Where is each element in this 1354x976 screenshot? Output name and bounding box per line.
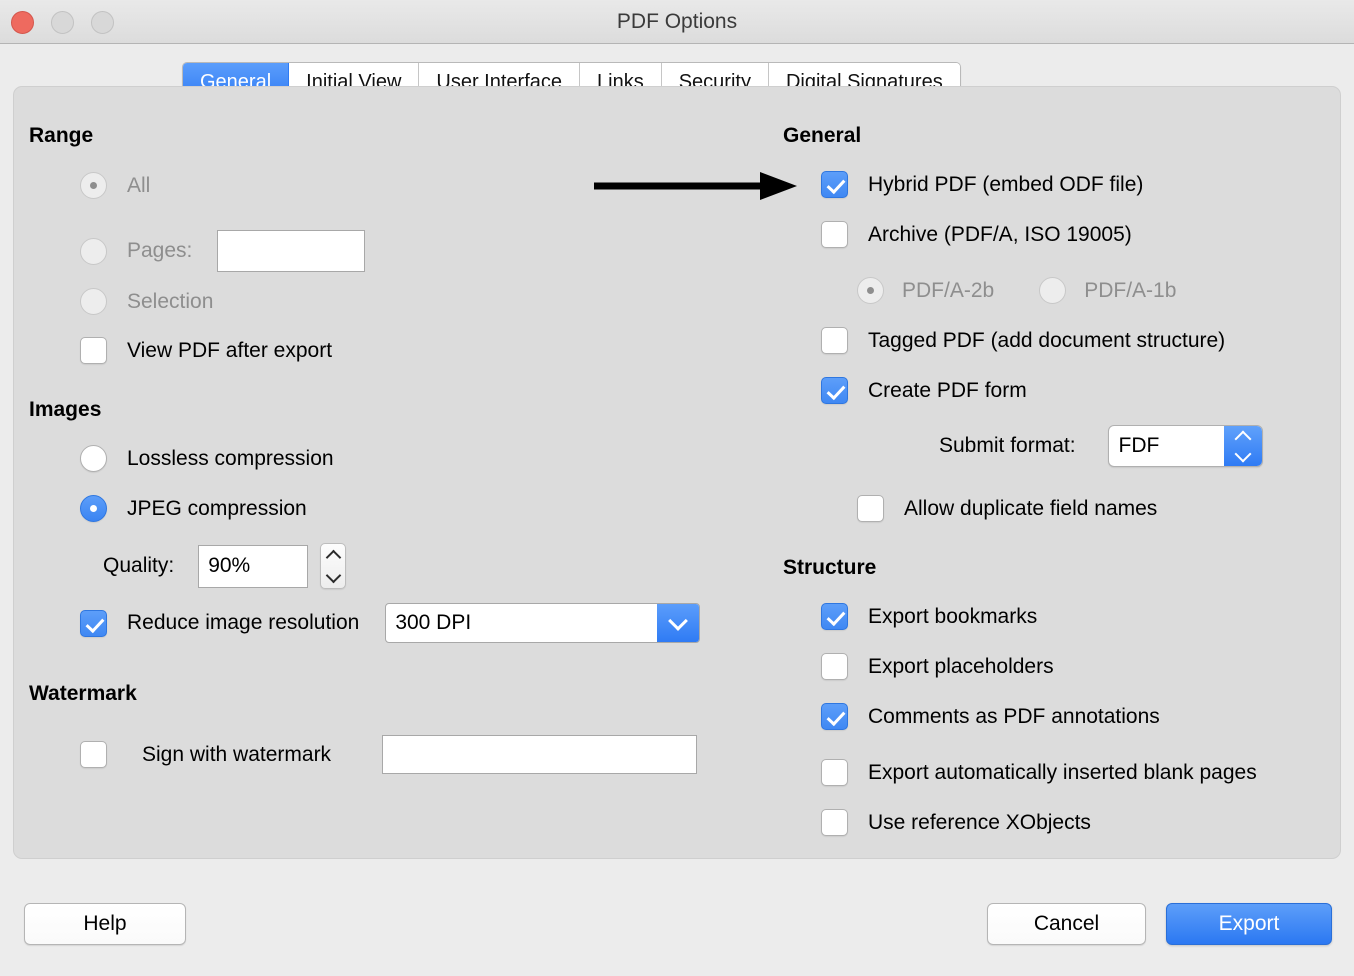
checkbox-sign-with-watermark[interactable] xyxy=(80,741,107,768)
radio-pdfa-1b-label: PDF/A-1b xyxy=(1084,278,1177,302)
watermark-group-title: Watermark xyxy=(29,682,137,705)
checkbox-allow-duplicate-field-names-label: Allow duplicate field names xyxy=(904,496,1158,520)
radio-lossless-compression[interactable] xyxy=(80,445,107,472)
reduce-image-resolution-row[interactable]: Reduce image resolution 300 DPI xyxy=(80,603,701,643)
use-reference-xobjects-row[interactable]: Use reference XObjects xyxy=(821,809,1091,836)
structure-group-title: Structure xyxy=(783,556,877,579)
checkbox-export-placeholders-label: Export placeholders xyxy=(868,654,1054,678)
checkbox-export-bookmarks-label: Export bookmarks xyxy=(868,604,1038,628)
help-button[interactable]: Help xyxy=(24,903,186,945)
submit-format-label: Submit format: xyxy=(939,434,1076,457)
chevron-up-icon xyxy=(325,549,341,565)
general-group-title: General xyxy=(783,124,862,147)
range-selection-row[interactable]: Selection xyxy=(80,288,213,315)
images-group-title: Images xyxy=(29,398,102,421)
radio-selection-label: Selection xyxy=(127,289,214,313)
radio-jpeg-compression[interactable] xyxy=(80,495,107,522)
radio-pdfa-2b-label: PDF/A-2b xyxy=(902,278,995,302)
quality-label: Quality: xyxy=(103,554,175,577)
checkbox-sign-with-watermark-label: Sign with watermark xyxy=(142,742,332,766)
submit-format-row: Submit format: FDF xyxy=(939,425,1263,467)
radio-pdfa-2b[interactable] xyxy=(857,277,884,304)
radio-all[interactable] xyxy=(80,172,107,199)
checkbox-tagged-pdf[interactable] xyxy=(821,327,848,354)
radio-pages[interactable] xyxy=(80,237,107,265)
chevron-down-icon xyxy=(1234,445,1252,462)
submit-format-popup[interactable]: FDF xyxy=(1107,425,1263,467)
range-pages-row[interactable]: Pages: xyxy=(80,230,366,272)
checkbox-allow-duplicate-field-names[interactable] xyxy=(857,495,884,522)
range-group-title: Range xyxy=(29,124,94,147)
checkbox-tagged-pdf-label: Tagged PDF (add document structure) xyxy=(868,328,1226,352)
hybrid-pdf-row[interactable]: Hybrid PDF (embed ODF file) xyxy=(821,171,1143,198)
view-pdf-after-export-row[interactable]: View PDF after export xyxy=(80,337,332,364)
radio-selection[interactable] xyxy=(80,288,107,315)
sign-with-watermark-row[interactable]: Sign with watermark xyxy=(80,735,698,774)
chevron-down-icon xyxy=(325,567,341,583)
checkbox-create-pdf-form[interactable] xyxy=(821,377,848,404)
radio-jpeg-compression-label: JPEG compression xyxy=(127,496,307,520)
radio-pages-label: Pages: xyxy=(127,239,193,262)
checkbox-use-reference-xobjects-label: Use reference XObjects xyxy=(868,810,1091,834)
checkbox-hybrid-pdf[interactable] xyxy=(821,171,848,198)
checkbox-reduce-image-resolution-label: Reduce image resolution xyxy=(127,611,360,634)
allow-duplicate-field-names-row[interactable]: Allow duplicate field names xyxy=(857,495,1157,522)
radio-all-label: All xyxy=(127,173,151,197)
quality-input[interactable]: 90% xyxy=(198,544,309,588)
checkbox-create-pdf-form-label: Create PDF form xyxy=(868,378,1027,402)
options-panel: Range All Pages: Selection View PDF afte… xyxy=(13,86,1341,859)
comments-as-annotations-row[interactable]: Comments as PDF annotations xyxy=(821,703,1160,730)
checkbox-archive-pdfa[interactable] xyxy=(821,221,848,248)
checkbox-hybrid-pdf-label: Hybrid PDF (embed ODF file) xyxy=(868,172,1144,196)
export-placeholders-row[interactable]: Export placeholders xyxy=(821,653,1054,680)
checkbox-reduce-image-resolution[interactable] xyxy=(80,609,107,637)
watermark-text-input[interactable] xyxy=(382,735,698,774)
dpi-combobox[interactable]: 300 DPI xyxy=(385,603,701,643)
chevron-down-icon xyxy=(668,610,689,631)
checkbox-view-pdf-after-export[interactable] xyxy=(80,337,107,364)
create-pdf-form-row[interactable]: Create PDF form xyxy=(821,377,1027,404)
window-title: PDF Options xyxy=(616,10,738,33)
checkbox-export-placeholders[interactable] xyxy=(821,653,848,680)
left-column: Range All Pages: Selection View PDF afte… xyxy=(29,87,769,858)
radio-pdfa-1b[interactable] xyxy=(1039,277,1067,304)
lossless-compression-row[interactable]: Lossless compression xyxy=(80,445,334,472)
export-bookmarks-row[interactable]: Export bookmarks xyxy=(821,603,1037,630)
radio-lossless-compression-label: Lossless compression xyxy=(127,446,334,470)
tagged-pdf-row[interactable]: Tagged PDF (add document structure) xyxy=(821,327,1225,354)
export-blank-pages-row[interactable]: Export automatically inserted blank page… xyxy=(821,759,1257,786)
submit-format-stepper-button[interactable] xyxy=(1223,426,1262,466)
dpi-combobox-button[interactable] xyxy=(657,604,700,642)
checkbox-archive-pdfa-label: Archive (PDF/A, ISO 19005) xyxy=(868,222,1132,246)
cancel-button[interactable]: Cancel xyxy=(987,903,1146,945)
checkbox-view-pdf-after-export-label: View PDF after export xyxy=(127,338,333,362)
right-column: General Hybrid PDF (embed ODF file) Arch… xyxy=(769,87,1329,858)
pdfa-version-row[interactable]: PDF/A-2b PDF/A-1b xyxy=(857,277,1176,304)
jpeg-compression-row[interactable]: JPEG compression xyxy=(80,495,307,522)
quality-stepper[interactable] xyxy=(320,543,347,589)
checkbox-comments-as-annotations[interactable] xyxy=(821,703,848,730)
range-all-row[interactable]: All xyxy=(80,172,150,199)
checkbox-export-blank-pages-label: Export automatically inserted blank page… xyxy=(868,760,1257,784)
checkbox-use-reference-xobjects[interactable] xyxy=(821,809,848,836)
checkbox-comments-as-annotations-label: Comments as PDF annotations xyxy=(868,704,1160,728)
pages-input[interactable] xyxy=(217,230,366,272)
submit-format-value: FDF xyxy=(1118,434,1160,457)
window-titlebar: PDF Options xyxy=(0,0,1354,44)
checkbox-export-blank-pages[interactable] xyxy=(821,759,848,786)
quality-row: Quality: 90% xyxy=(103,543,347,589)
archive-pdfa-row[interactable]: Archive (PDF/A, ISO 19005) xyxy=(821,221,1132,248)
checkbox-export-bookmarks[interactable] xyxy=(821,603,848,630)
export-button[interactable]: Export xyxy=(1166,903,1332,945)
dpi-combobox-value: 300 DPI xyxy=(395,611,472,634)
